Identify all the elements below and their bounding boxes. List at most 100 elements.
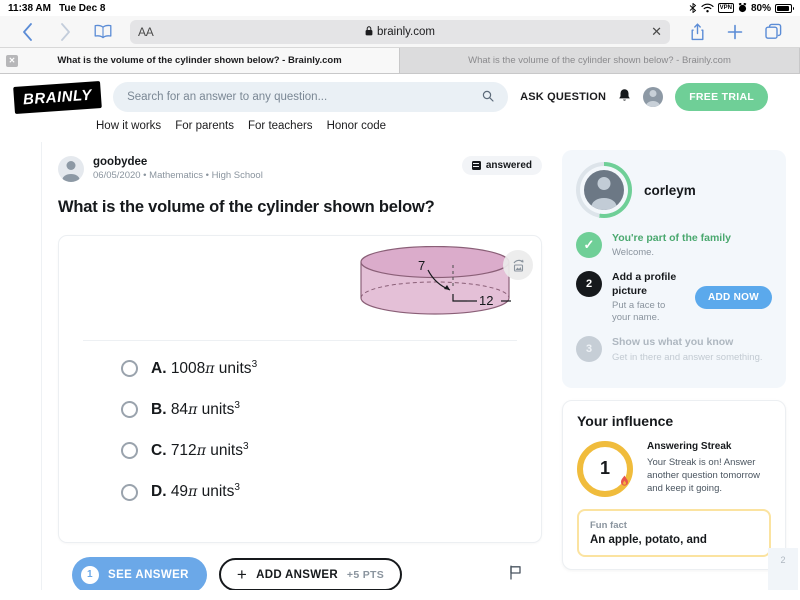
option-label: A. 1008π units3 — [151, 359, 257, 378]
cylinder-figure[interactable]: 7 12 — [355, 245, 533, 324]
ios-status-bar: 11:38 AM Tue Dec 8 VPN 80% — [0, 0, 800, 16]
address-bar[interactable]: AA brainly.com ✕ — [130, 19, 670, 44]
option-label: C. 712π units3 — [151, 441, 249, 460]
close-icon[interactable]: ✕ — [651, 24, 662, 40]
option-units: units — [214, 360, 252, 378]
brainly-logo[interactable]: BRAINLY — [13, 80, 102, 114]
add-answer-button[interactable]: + ADD ANSWER +5 PTS — [218, 557, 403, 590]
bell-icon[interactable] — [618, 88, 631, 106]
status-badge: answered — [461, 156, 542, 175]
step-title: You're part of the family — [612, 232, 731, 244]
site-nav: How it works For parents For teachers Ho… — [0, 120, 800, 142]
list-item: ✓ You're part of the family Welcome. — [576, 232, 772, 259]
radio-option-c[interactable] — [121, 442, 138, 460]
book-icon[interactable] — [86, 18, 120, 46]
see-answer-button[interactable]: 1 SEE ANSWER — [72, 556, 207, 590]
option-exponent: 3 — [234, 400, 240, 412]
step-title: Add a profile picture — [612, 271, 677, 297]
step-number-2: 2 — [576, 271, 602, 298]
option-label: D. 49π units3 — [151, 482, 240, 501]
pi-symbol: π — [188, 402, 198, 419]
radio-option-a[interactable] — [121, 360, 138, 378]
lock-icon — [365, 25, 373, 38]
radio-option-b[interactable] — [121, 401, 138, 419]
step-text: Show us what you know Get in there and a… — [612, 336, 763, 363]
option-value: 712 — [170, 442, 197, 460]
streak-heading: Answering Streak — [647, 440, 732, 452]
url-display: brainly.com — [130, 26, 670, 38]
step-subtitle: Put a face to your name. — [612, 299, 666, 324]
step-text: You're part of the family Welcome. — [612, 232, 731, 259]
search-input[interactable]: Search for an answer to any question... — [113, 82, 509, 112]
author-name[interactable]: goobydee — [93, 156, 263, 168]
step-title: Show us what you know — [612, 336, 734, 349]
answer-count-badge: 1 — [81, 565, 99, 584]
pi-symbol: π — [205, 361, 215, 378]
tab-close-icon[interactable]: ✕ — [6, 54, 18, 67]
avatar[interactable] — [584, 170, 624, 210]
option-units: units — [197, 483, 235, 501]
list-item[interactable]: D. 49π units3 — [121, 482, 529, 501]
option-exponent: 3 — [251, 359, 258, 370]
web-page: BRAINLY Search for an answer to any ques… — [0, 74, 800, 600]
browser-tab-inactive[interactable]: What is the volume of the cylinder shown… — [400, 48, 800, 73]
expand-image-icon[interactable] — [503, 250, 533, 280]
list-item: 3 Show us what you know Get in there and… — [576, 336, 772, 363]
back-button[interactable] — [10, 18, 44, 46]
radio-option-d[interactable] — [121, 483, 138, 501]
browser-tab-active[interactable]: ✕ What is the volume of the cylinder sho… — [0, 48, 400, 73]
author-avatar[interactable] — [58, 156, 84, 182]
nav-link-for-teachers[interactable]: For teachers — [248, 120, 313, 132]
option-letter: A. — [151, 360, 167, 378]
bluetooth-icon — [689, 3, 697, 13]
step-subtitle: Get in there and answer something. — [612, 351, 763, 363]
flag-icon[interactable] — [509, 565, 522, 584]
text-size-button[interactable]: AA — [138, 25, 154, 39]
add-now-button[interactable]: ADD NOW — [695, 286, 772, 310]
status-bar-left: 11:38 AM Tue Dec 8 — [8, 3, 105, 14]
profile-username[interactable]: corleym — [644, 183, 696, 198]
avatar[interactable] — [643, 87, 664, 107]
option-exponent: 3 — [234, 482, 240, 494]
nav-link-for-parents[interactable]: For parents — [175, 120, 234, 132]
tabs-icon[interactable] — [756, 18, 790, 46]
free-trial-button[interactable]: FREE TRIAL — [675, 83, 769, 111]
onboarding-steps: ✓ You're part of the family Welcome. 2 A… — [576, 232, 772, 364]
plus-icon: + — [236, 564, 248, 584]
option-letter: B. — [151, 401, 167, 419]
question-column: goobydee 06/05/2020 • Mathematics • High… — [42, 142, 556, 590]
list-item[interactable]: C. 712π units3 — [121, 441, 529, 460]
nav-link-honor-code[interactable]: Honor code — [327, 120, 386, 132]
new-tab-button[interactable] — [718, 18, 752, 46]
answer-options: A. 1008π units3 B. 84π units3 C. 712π un… — [71, 341, 529, 530]
sidebar: corleym ✓ You're part of the family Welc… — [556, 142, 800, 590]
tab-bar: ✕ What is the volume of the cylinder sho… — [0, 48, 800, 74]
ask-question-button[interactable]: ASK QUESTION — [520, 91, 606, 103]
streak-text-block: Answering Streak Your Streak is on! Answ… — [647, 441, 771, 496]
question-actions: 1 SEE ANSWER + ADD ANSWER +5 PTS — [58, 543, 542, 590]
page-content: goobydee 06/05/2020 • Mathematics • High… — [0, 142, 800, 590]
share-icon[interactable] — [680, 18, 714, 46]
list-item[interactable]: B. 84π units3 — [121, 400, 529, 419]
pi-symbol: π — [196, 443, 206, 460]
battery-icon — [775, 3, 794, 13]
pi-symbol: π — [188, 484, 198, 501]
nav-link-how-it-works[interactable]: How it works — [96, 120, 161, 132]
list-item[interactable]: A. 1008π units3 — [121, 359, 529, 378]
status-bar-right: VPN 80% — [689, 3, 794, 14]
streak-count: 1 — [599, 458, 610, 479]
forward-button[interactable] — [48, 18, 82, 46]
search-icon[interactable] — [482, 90, 494, 105]
option-letter: C. — [151, 442, 167, 460]
fun-fact-text: An apple, potato, and — [590, 533, 707, 546]
streak-ring: 1 — [577, 440, 633, 497]
browser-toolbar: AA brainly.com ✕ — [0, 16, 800, 48]
option-letter: D. — [151, 483, 167, 501]
status-bar-date: Tue Dec 8 — [58, 2, 106, 14]
tab-title: What is the volume of the cylinder shown… — [468, 55, 731, 66]
fun-fact-card: Fun fact An apple, potato, and — [577, 508, 771, 557]
step-text: Add a profile picture Put a face to your… — [612, 271, 685, 324]
site-header: BRAINLY Search for an answer to any ques… — [0, 74, 800, 120]
figure-wrap: 7 12 — [71, 245, 533, 324]
flame-icon — [619, 475, 630, 491]
